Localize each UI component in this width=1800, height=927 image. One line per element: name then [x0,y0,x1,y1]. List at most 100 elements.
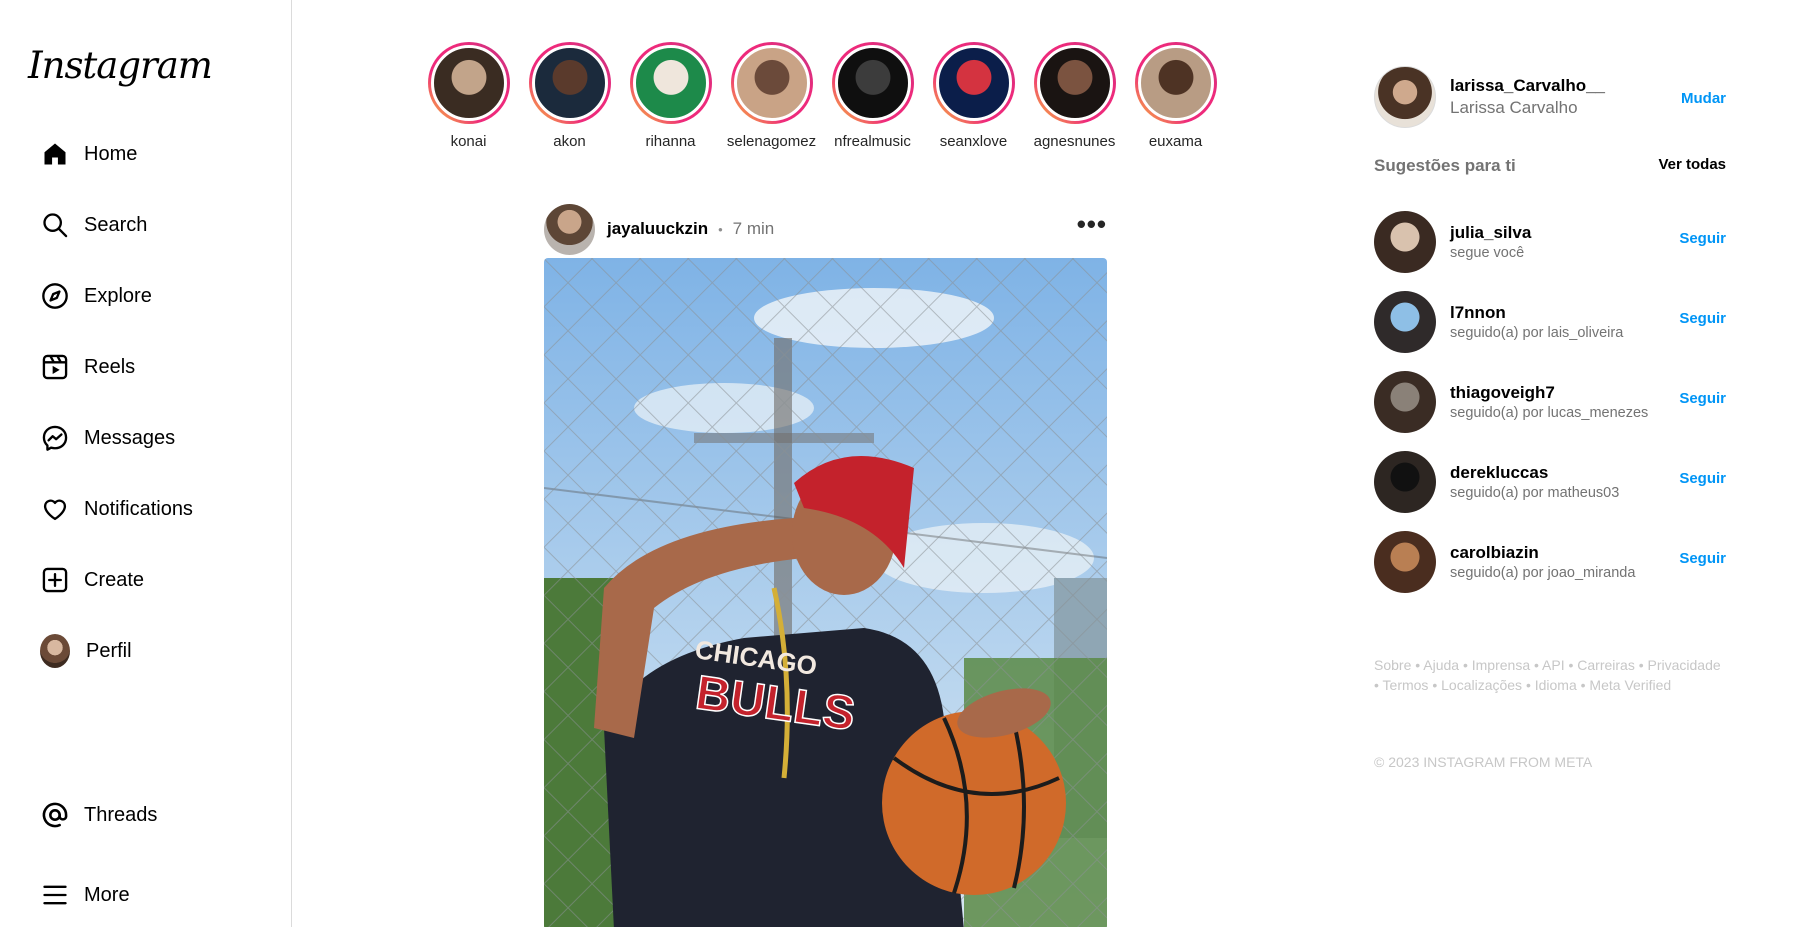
compass-icon [40,281,70,311]
messenger-icon [40,423,70,453]
sidebar-item-create[interactable]: Create [40,556,144,604]
sidebar-item-label: Create [84,568,145,591]
current-username[interactable]: larissa_Carvalho__ [1450,76,1605,96]
story-item[interactable]: euxama [1125,42,1226,150]
post-time[interactable]: 7 min [733,219,775,239]
story-username: selenagomez [726,133,817,150]
suggestion-username[interactable]: julia_silva [1450,223,1531,243]
post-header: jayaluuckzin • 7 min ••• [544,203,1107,255]
sidebar-item-label: Threads [84,803,158,826]
suggestions-list: julia_silvasegue você Seguir l7nnon seguido… [1374,202,1726,602]
follow-button[interactable]: Seguir [1679,230,1726,247]
story-ring [932,42,1015,124]
profile-avatar [40,634,70,668]
suggestion-subtitle: seguido(a) por matheus03 [1450,485,1620,501]
suggestion-item: derekluccas seguido(a) por matheus03 Segui… [1374,442,1726,522]
post-username[interactable]: jayaluuckzin [607,219,708,239]
post-image[interactable]: CHICAGO BULLS [544,258,1107,927]
story-ring [629,42,712,124]
story-avatar [834,45,911,121]
hamburger-icon [40,880,70,910]
story-item[interactable]: selenagomez [721,42,822,150]
story-avatar [632,45,709,121]
suggestion-username[interactable]: l7nnon [1450,303,1623,323]
story-username: euxama [1148,133,1203,150]
threads-icon [40,800,70,830]
suggestion-subtitle: seguido(a) por lais_oliveira [1450,325,1624,341]
story-item[interactable]: akon [519,42,620,150]
plus-square-icon [40,565,70,595]
suggestion-avatar[interactable] [1374,211,1436,273]
story-ring [831,42,914,124]
sidebar-item-profile[interactable]: Perfil [40,627,132,675]
story-item[interactable]: agnesnunes [1024,42,1125,150]
story-ring [1134,42,1217,124]
search-icon [40,210,70,240]
story-item[interactable]: rihanna [620,42,721,150]
sidebar-item-reels[interactable]: Reels [40,343,135,391]
story-username: seanxlove [939,133,1008,150]
story-avatar [1137,45,1214,121]
follow-button[interactable]: Seguir [1679,550,1726,567]
sidebar-item-label: Search [84,213,148,236]
suggestion-username[interactable]: derekluccas [1450,463,1619,483]
suggestion-item: l7nnon seguido(a) por lais_oliveira Seguir [1374,282,1726,362]
sidebar-item-explore[interactable]: Explore [40,272,152,320]
story-ring [730,42,813,124]
follow-button[interactable]: Seguir [1679,470,1726,487]
more-options-icon[interactable]: ••• [1077,209,1107,240]
sidebar-item-label: Reels [84,355,136,378]
story-username: nfrealmusic [834,133,911,150]
story-ring [1033,42,1116,124]
story-avatar [1036,45,1113,121]
right-column: larissa_Carvalho__ Larissa Carvalho Muda… [1374,64,1726,770]
sidebar-item-home[interactable]: Home [40,130,137,178]
story-ring [427,42,510,124]
sidebar-item-label: Home [84,142,138,165]
story-username: akon [553,133,586,150]
story-avatar [430,45,507,121]
story-ring [528,42,611,124]
left-sidebar: Instagram Home Search Explore Reels Mess… [0,0,292,927]
stories-tray: konai akon rihanna selenagomez nfrealmusic se… [418,42,1226,150]
footer-links[interactable]: Sobre • Ajuda • Imprensa • API • Carreir… [1374,655,1726,695]
story-avatar [935,45,1012,121]
suggestion-item: julia_silvasegue você Seguir [1374,202,1726,282]
suggestion-avatar[interactable] [1374,371,1436,433]
copyright: © 2023 INSTAGRAM FROM META [1374,754,1593,770]
post-author-avatar[interactable] [544,203,595,255]
suggestion-avatar[interactable] [1374,531,1436,593]
sidebar-item-label: More [84,883,130,906]
story-item[interactable]: seanxlove [923,42,1024,150]
suggestion-username[interactable]: carolbiazin [1450,543,1635,563]
see-all-link[interactable]: Ver todas [1658,156,1726,176]
follow-button[interactable]: Seguir [1679,390,1726,407]
story-item[interactable]: konai [418,42,519,150]
sidebar-item-messages[interactable]: Messages [40,414,175,462]
suggestions-header: Sugestões para ti Ver todas [1374,156,1726,176]
suggestion-avatar[interactable] [1374,291,1436,353]
story-username: agnesnunes [1033,133,1116,150]
sidebar-item-label: Explore [84,284,152,307]
suggestion-avatar[interactable] [1374,451,1436,513]
story-item[interactable]: nfrealmusic [822,42,923,150]
suggestion-subtitle: seguido(a) por lucas_menezes [1450,405,1649,421]
feed-post: jayaluuckzin • 7 min ••• CHICAGO BULLS [544,203,1107,927]
current-user: larissa_Carvalho__ Larissa Carvalho Muda… [1374,64,1726,130]
story-username: rihanna [645,133,696,150]
suggestion-subtitle: segue você [1450,245,1525,261]
sidebar-item-threads[interactable]: Threads [40,791,157,839]
follow-button[interactable]: Seguir [1679,310,1726,327]
instagram-logo[interactable]: Instagram [28,44,213,87]
home-icon [40,139,70,169]
switch-account-button[interactable]: Mudar [1681,90,1726,107]
current-user-name: Larissa Carvalho [1450,98,1578,117]
sidebar-item-notifications[interactable]: Notifications [40,485,193,533]
suggestion-item: thiagoveigh7 seguido(a) por lucas_menezes… [1374,362,1726,442]
suggestion-username[interactable]: thiagoveigh7 [1450,383,1648,403]
current-user-avatar[interactable] [1374,66,1436,128]
sidebar-item-label: Notifications [84,497,193,520]
story-username: konai [450,133,487,150]
sidebar-item-more[interactable]: More [40,871,130,919]
sidebar-item-search[interactable]: Search [40,201,147,249]
